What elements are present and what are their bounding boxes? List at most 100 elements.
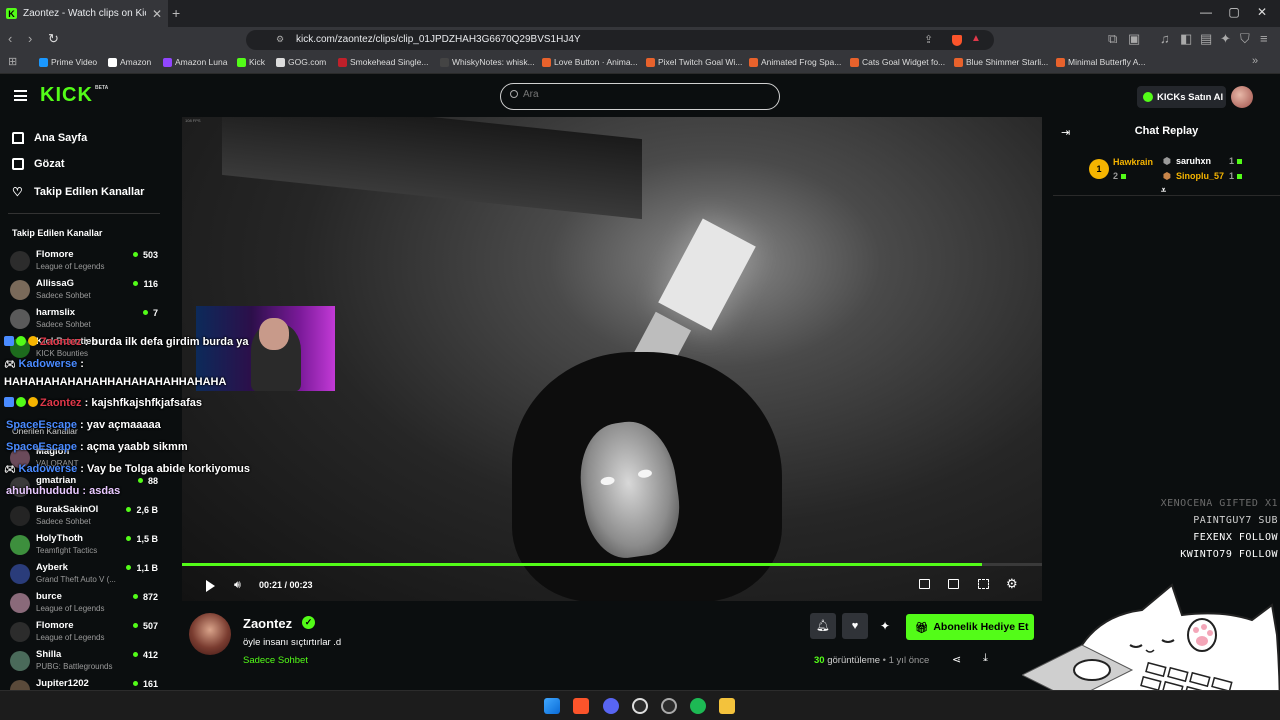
fullscreen-icon[interactable] — [978, 579, 989, 589]
brave-shield-icon[interactable] — [952, 35, 962, 46]
window-close-icon[interactable]: ✕ — [1252, 5, 1272, 19]
brave-browser-icon[interactable] — [573, 698, 589, 714]
reload-icon[interactable]: ↻ — [48, 31, 59, 47]
channel-avatar — [10, 680, 30, 690]
channel-item[interactable]: Jupiter1202 161 — [10, 677, 160, 690]
hexagon-icon: ⬢ — [1163, 156, 1171, 166]
user-avatar[interactable] — [1231, 86, 1253, 108]
channel-item[interactable]: BurakSakinOl Sadece Sohbet 2,6 B — [10, 503, 160, 531]
video-progress-bar[interactable] — [182, 563, 1042, 566]
channel-item[interactable]: harmslix Sadece Sohbet 7 — [10, 306, 160, 334]
share-icon[interactable]: ⇪ — [924, 33, 933, 46]
windows-start-icon[interactable] — [544, 698, 560, 714]
bookmark-item[interactable]: Love Button · Anima... — [542, 57, 638, 67]
obs-icon[interactable] — [661, 698, 677, 714]
share-icon[interactable]: ⋖ — [952, 653, 961, 666]
file-explorer-icon[interactable] — [719, 698, 735, 714]
bookmark-item[interactable]: Amazon — [108, 57, 151, 67]
bookmark-item[interactable]: WhiskyNotes: whisk... — [440, 57, 535, 67]
heart-icon: ♡ — [12, 185, 23, 199]
bookmark-item[interactable]: Minimal Butterfly A... — [1056, 57, 1145, 67]
beta-badge: BETA — [95, 85, 109, 91]
channel-item[interactable]: Flomore League of Legends 507 — [10, 619, 160, 647]
kick-favicon-icon: K — [6, 8, 17, 19]
sidebar-toggle-icon[interactable]: ◧ — [1180, 31, 1192, 47]
channel-item[interactable]: HolyThoth Teamfight Tactics 1,5 B — [10, 532, 160, 560]
back-icon[interactable]: ‹ — [8, 31, 12, 46]
channel-item[interactable]: Flomore League of Legends 503 — [10, 248, 160, 276]
nav-home[interactable]: Ana Sayfa — [12, 132, 87, 144]
minimize-icon[interactable]: — — [1196, 5, 1216, 19]
download-icon[interactable]: ⤓ — [983, 652, 988, 665]
streamer-avatar[interactable] — [189, 613, 231, 655]
tab-close-icon[interactable]: ✕ — [152, 7, 162, 21]
sparkle-icon[interactable]: ✦ — [880, 619, 890, 633]
bookmark-item[interactable]: Pixel Twitch Goal Wi... — [646, 57, 742, 67]
music-icon[interactable]: ♫ — [1160, 31, 1170, 46]
wallet-icon[interactable]: ▣ — [1128, 31, 1140, 47]
vpn-icon[interactable]: ⛉ — [1240, 31, 1250, 47]
channel-avatar — [10, 251, 30, 271]
followed-heading: Takip Edilen Kanallar — [12, 228, 103, 238]
bookmark-item[interactable]: Animated Frog Spa... — [749, 57, 841, 67]
buy-kicks-button[interactable]: KICKs Satın Al — [1137, 86, 1226, 108]
bookmark-item[interactable]: GOG.com — [276, 57, 326, 67]
channel-avatar — [10, 622, 30, 642]
kick-logo[interactable]: KICK — [40, 84, 93, 107]
volume-icon[interactable]: 🔊︎ — [234, 579, 241, 592]
bookmark-item[interactable]: Prime Video — [39, 57, 97, 67]
miniplayer-icon[interactable] — [919, 579, 930, 589]
video-controls: 🔊︎ 00:21 / 00:23 ⚙ — [182, 569, 1042, 599]
channel-item[interactable]: Shilla PUBG: Battlegrounds 412 — [10, 648, 160, 676]
menu-icon[interactable]: ≡ — [1260, 31, 1268, 46]
more-bookmarks-icon[interactable]: » — [1252, 55, 1258, 67]
play-icon[interactable] — [206, 580, 215, 592]
browser-tab[interactable]: K Zaontez - Watch clips on Kick ✕ — [0, 0, 168, 27]
chat-overlay-line: 🎮︎ Kadowerse : — [4, 358, 84, 370]
streamer-name[interactable]: Zaontez — [243, 616, 292, 631]
spotify-icon[interactable] — [690, 698, 706, 714]
channel-item[interactable]: Ayberk Grand Theft Auto V (... 1,1 B — [10, 561, 160, 589]
etsy-icon — [646, 57, 655, 67]
apps-grid-icon[interactable]: ⊞ — [8, 55, 17, 68]
new-tab-icon[interactable]: + — [172, 5, 180, 21]
site-info-icon[interactable]: ⚙ — [276, 34, 284, 45]
notification-bell-button[interactable]: 🔔︎ — [810, 613, 836, 639]
nav-following[interactable]: ♡ Takip Edilen Kanallar — [12, 185, 144, 199]
leaderboard-name[interactable]: Hawkrain — [1113, 157, 1153, 167]
hamburger-menu-icon[interactable] — [14, 90, 27, 101]
stream-category[interactable]: Sadece Sohbet — [243, 655, 308, 666]
nav-browse[interactable]: Gözat — [12, 158, 65, 170]
maximize-icon[interactable]: ▢ — [1224, 5, 1244, 19]
search-box[interactable] — [500, 83, 780, 110]
theater-mode-icon[interactable] — [948, 579, 959, 589]
alert-line: KWINTO79 FOLLOW — [1180, 549, 1278, 560]
settings-icon[interactable]: ⚙ — [1006, 576, 1018, 592]
steam-icon[interactable] — [632, 698, 648, 714]
gift-sub-button[interactable]: 🎁︎ Abonelik Hediye Et — [906, 614, 1034, 640]
chat-overlay-line: SpaceEscape : yav açmaaaaa — [6, 419, 161, 431]
leaderboard-name[interactable]: Sinoplu_57 — [1176, 171, 1224, 181]
follow-button[interactable]: ♥ — [842, 613, 868, 639]
prime-video-icon — [39, 57, 48, 67]
brave-rewards-icon[interactable]: ▲ — [971, 33, 981, 44]
leo-ai-icon[interactable]: ✦ — [1220, 31, 1231, 47]
bookmark-item[interactable]: Smokehead Single... — [338, 57, 428, 67]
bookmark-item[interactable]: Cats Goal Widget fo... — [850, 57, 945, 67]
extensions-icon[interactable]: ⧉ — [1108, 31, 1117, 47]
leaderboard-name[interactable]: saruhxn — [1176, 156, 1211, 166]
expand-leaderboard-icon[interactable]: ⩡ — [1161, 185, 1166, 196]
badge-icon — [4, 397, 14, 407]
discord-icon[interactable] — [603, 698, 619, 714]
channel-avatar — [10, 280, 30, 300]
address-bar[interactable]: ⚙ kick.com/zaontez/clips/clip_01JPDZHAH3… — [246, 30, 994, 50]
wallet2-icon[interactable]: ▤ — [1200, 31, 1212, 47]
forward-icon[interactable]: › — [28, 31, 32, 46]
badge-icon — [16, 336, 26, 346]
bookmark-item[interactable]: Kick — [237, 57, 265, 67]
channel-item[interactable]: AllissaG Sadece Sohbet 116 — [10, 277, 160, 305]
search-input[interactable] — [523, 89, 763, 100]
bookmark-item[interactable]: Blue Shimmer Starli... — [954, 57, 1048, 67]
bookmark-item[interactable]: Amazon Luna — [163, 57, 227, 67]
channel-item[interactable]: burce League of Legends 872 — [10, 590, 160, 618]
